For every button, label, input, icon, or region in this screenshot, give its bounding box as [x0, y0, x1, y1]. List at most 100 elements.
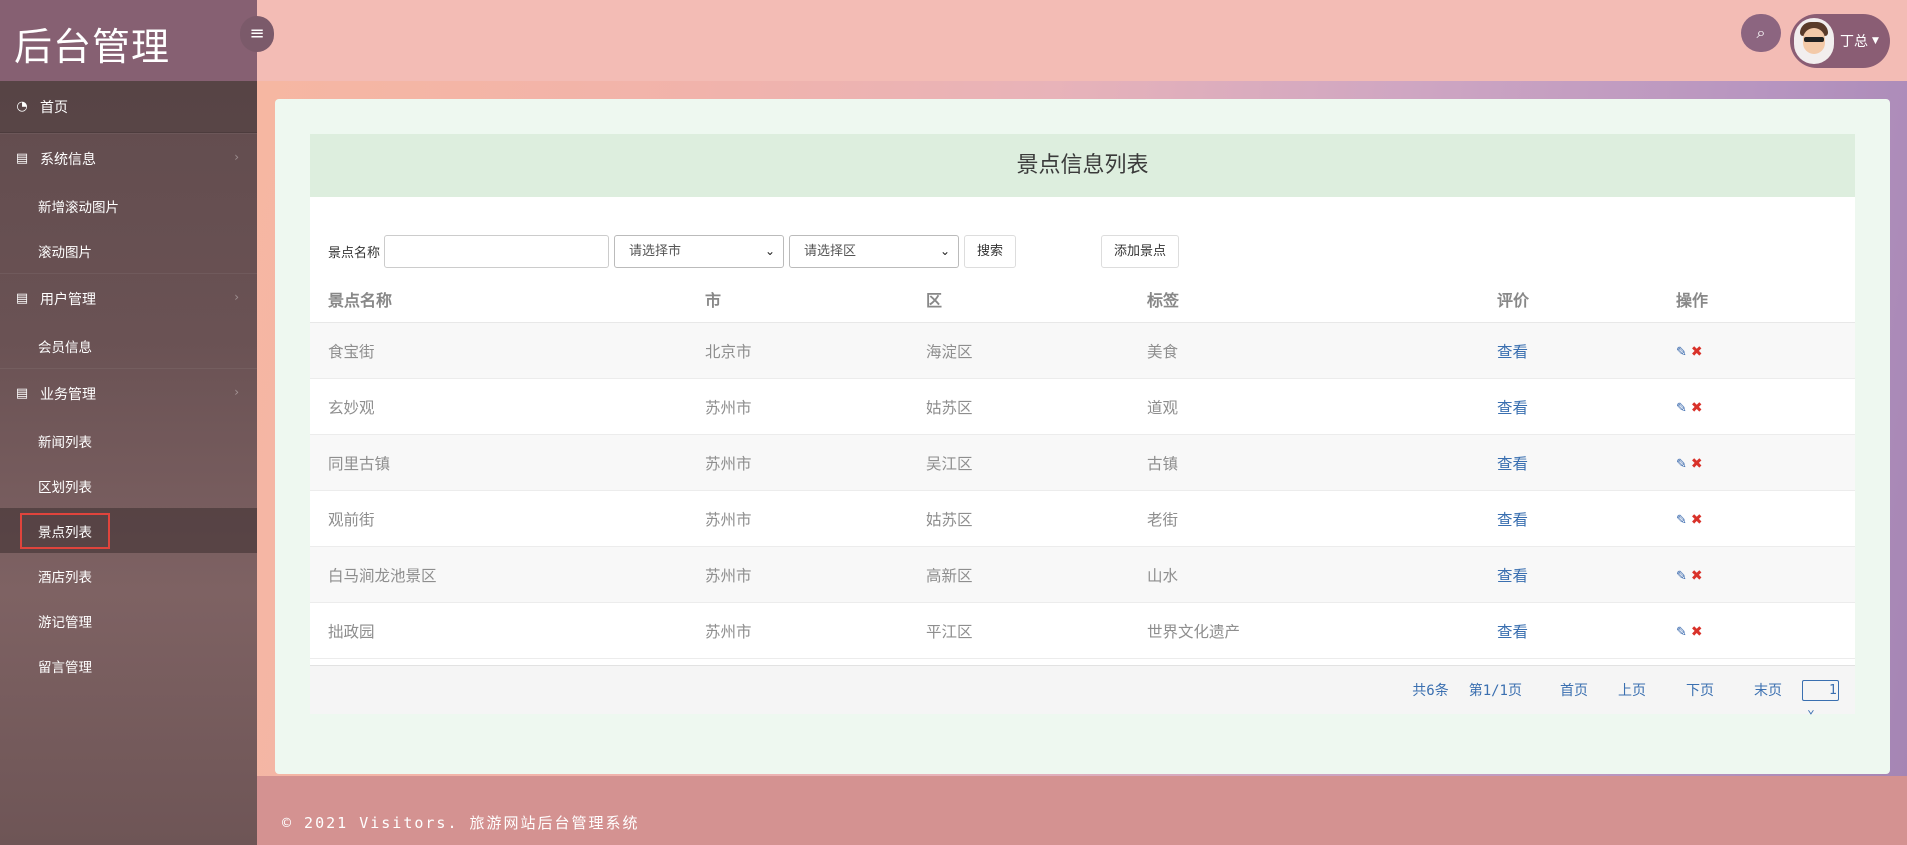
- cell-city: 苏州市: [705, 622, 752, 641]
- district-select-value: 请选择区: [804, 243, 857, 259]
- view-review-link[interactable]: 查看: [1497, 567, 1528, 585]
- avatar: [1794, 18, 1834, 64]
- cell-name: 观前街: [328, 510, 375, 529]
- cell-name: 食宝街: [328, 342, 375, 361]
- book-icon: ▤: [15, 386, 29, 401]
- view-review-link[interactable]: 查看: [1497, 455, 1528, 473]
- cell-city: 苏州市: [705, 398, 752, 417]
- close-icon[interactable]: ✖: [1691, 512, 1703, 528]
- chevron-right-icon: ›: [234, 150, 239, 164]
- sidebar-item-districts[interactable]: 区划列表: [0, 463, 257, 508]
- pager-first-link[interactable]: 首页: [1560, 680, 1588, 700]
- pager-last-link[interactable]: 末页: [1754, 680, 1782, 700]
- chevron-down-icon: ⌄: [939, 243, 951, 258]
- book-icon: ▤: [15, 151, 29, 166]
- cell-name: 玄妙观: [328, 398, 375, 417]
- page-title: 景点信息列表: [310, 134, 1855, 197]
- sidebar-item-add-slide[interactable]: 新增滚动图片: [0, 183, 257, 228]
- chevron-down-icon: ›: [234, 385, 239, 399]
- sidebar: 后台管理 ◔ 首页 ▤ 系统信息 › 新增滚动图片 滚动图片 ▤ 用户管理 › …: [0, 0, 257, 845]
- sidebar-group-label: 系统信息: [40, 151, 96, 168]
- view-review-link[interactable]: 查看: [1497, 343, 1528, 361]
- menu-icon[interactable]: ≡: [240, 16, 274, 52]
- table-header: 景点名称 市 区 标签 评价 操作: [310, 276, 1855, 323]
- sidebar-item-hotels[interactable]: 酒店列表: [0, 553, 257, 598]
- search-button[interactable]: 搜索: [964, 234, 1017, 268]
- col-header-tag: 标签: [1147, 291, 1180, 310]
- cell-name: 白马涧龙池景区: [328, 566, 437, 585]
- name-filter-input[interactable]: [384, 234, 610, 268]
- district-select[interactable]: 请选择区 ⌄: [789, 234, 960, 268]
- table-row: 观前街 苏州市 姑苏区 老街 查看 ✎ ✖: [310, 491, 1855, 547]
- close-icon[interactable]: ✖: [1691, 456, 1703, 472]
- pencil-icon[interactable]: ✎: [1676, 457, 1687, 472]
- name-filter-label: 景点名称: [328, 245, 381, 261]
- cell-tag: 古镇: [1147, 454, 1179, 473]
- city-select[interactable]: 请选择市 ⌄: [614, 234, 785, 268]
- pager-total: 共6条: [1412, 683, 1449, 699]
- col-header-actions: 操作: [1676, 291, 1709, 310]
- user-name: 丁总: [1840, 34, 1868, 50]
- sidebar-item-label: 留言管理: [38, 659, 92, 676]
- city-select-value: 请选择市: [629, 243, 682, 259]
- cell-district: 姑苏区: [926, 398, 973, 417]
- sidebar-group-users[interactable]: ▤ 用户管理 ›: [0, 273, 257, 323]
- table-row: 玄妙观 苏州市 姑苏区 道观 查看 ✎ ✖: [310, 379, 1855, 435]
- pager-next-link[interactable]: 下页: [1686, 680, 1714, 700]
- table-row: 同里古镇 苏州市 吴江区 古镇 查看 ✎ ✖: [310, 435, 1855, 491]
- cell-tag: 美食: [1147, 342, 1179, 361]
- view-review-link[interactable]: 查看: [1497, 623, 1528, 641]
- pager-prev-link[interactable]: 上页: [1618, 680, 1646, 700]
- sidebar-item-scenic-spots[interactable]: 景点列表: [0, 508, 257, 553]
- pencil-icon[interactable]: ✎: [1676, 345, 1687, 360]
- sidebar-item-messages[interactable]: 留言管理: [0, 643, 257, 688]
- close-icon[interactable]: ✖: [1691, 624, 1703, 640]
- top-header: [257, 0, 1907, 81]
- user-menu[interactable]: 丁总 ▼: [1790, 14, 1890, 68]
- pencil-icon[interactable]: ✎: [1676, 513, 1687, 528]
- pager-page-info: 第1/1页: [1468, 683, 1522, 699]
- sidebar-item-travelogues[interactable]: 游记管理: [0, 598, 257, 643]
- view-review-link[interactable]: 查看: [1497, 511, 1528, 529]
- sidebar-item-label: 酒店列表: [38, 569, 92, 586]
- footer: © 2021 Visitors. 旅游网站后台管理系统: [257, 776, 1907, 845]
- close-icon[interactable]: ✖: [1691, 568, 1703, 584]
- sidebar-item-members[interactable]: 会员信息: [0, 323, 257, 368]
- col-header-review: 评价: [1497, 291, 1530, 310]
- cell-district: 平江区: [926, 622, 973, 641]
- sidebar-item-label: 区划列表: [38, 479, 92, 496]
- cell-name: 拙政园: [328, 622, 375, 641]
- pencil-icon[interactable]: ✎: [1676, 401, 1687, 416]
- close-icon[interactable]: ✖: [1691, 400, 1703, 416]
- col-header-name: 景点名称: [328, 291, 393, 310]
- app-title: 后台管理: [14, 25, 171, 69]
- cell-city: 苏州市: [705, 566, 752, 585]
- chevron-right-icon: ›: [234, 290, 239, 304]
- table-row: 白马涧龙池景区 苏州市 高新区 山水 查看 ✎ ✖: [310, 547, 1855, 603]
- cell-city: 北京市: [705, 342, 752, 361]
- cell-district: 姑苏区: [926, 510, 973, 529]
- page-select[interactable]: 1 ⌄: [1802, 679, 1839, 717]
- page-select-value: 1: [1829, 682, 1837, 698]
- cell-city: 苏州市: [705, 510, 752, 529]
- sidebar-item-home[interactable]: ◔ 首页: [0, 81, 257, 133]
- add-scenic-button[interactable]: 添加景点: [1101, 234, 1180, 268]
- scenic-table: 景点名称 市 区 标签 评价 操作 食宝街 北京市 海淀区 美食 查看 ✎ ✖ 玄…: [310, 276, 1855, 659]
- sidebar-item-news[interactable]: 新闻列表: [0, 418, 257, 463]
- pencil-icon[interactable]: ✎: [1676, 569, 1687, 584]
- sidebar-group-business[interactable]: ▤ 业务管理 ›: [0, 368, 257, 418]
- close-icon[interactable]: ✖: [1691, 344, 1703, 360]
- sidebar-item-label: 首页: [40, 99, 68, 116]
- cell-district: 海淀区: [926, 342, 973, 361]
- sidebar-item-label: 游记管理: [38, 614, 92, 631]
- cell-tag: 老街: [1147, 510, 1179, 529]
- sidebar-group-system[interactable]: ▤ 系统信息 ›: [0, 133, 257, 183]
- cell-city: 苏州市: [705, 454, 752, 473]
- scenic-list-panel: 景点信息列表 景点名称 请选择市 ⌄ 请选择区 ⌄ 搜索 添加景点 景点名称 市…: [310, 134, 1855, 717]
- pencil-icon[interactable]: ✎: [1676, 625, 1687, 640]
- sidebar-item-slides[interactable]: 滚动图片: [0, 228, 257, 273]
- search-icon[interactable]: ⌕: [1741, 14, 1781, 52]
- cell-name: 同里古镇: [328, 454, 391, 473]
- sidebar-item-label: 新增滚动图片: [38, 199, 119, 216]
- view-review-link[interactable]: 查看: [1497, 399, 1528, 417]
